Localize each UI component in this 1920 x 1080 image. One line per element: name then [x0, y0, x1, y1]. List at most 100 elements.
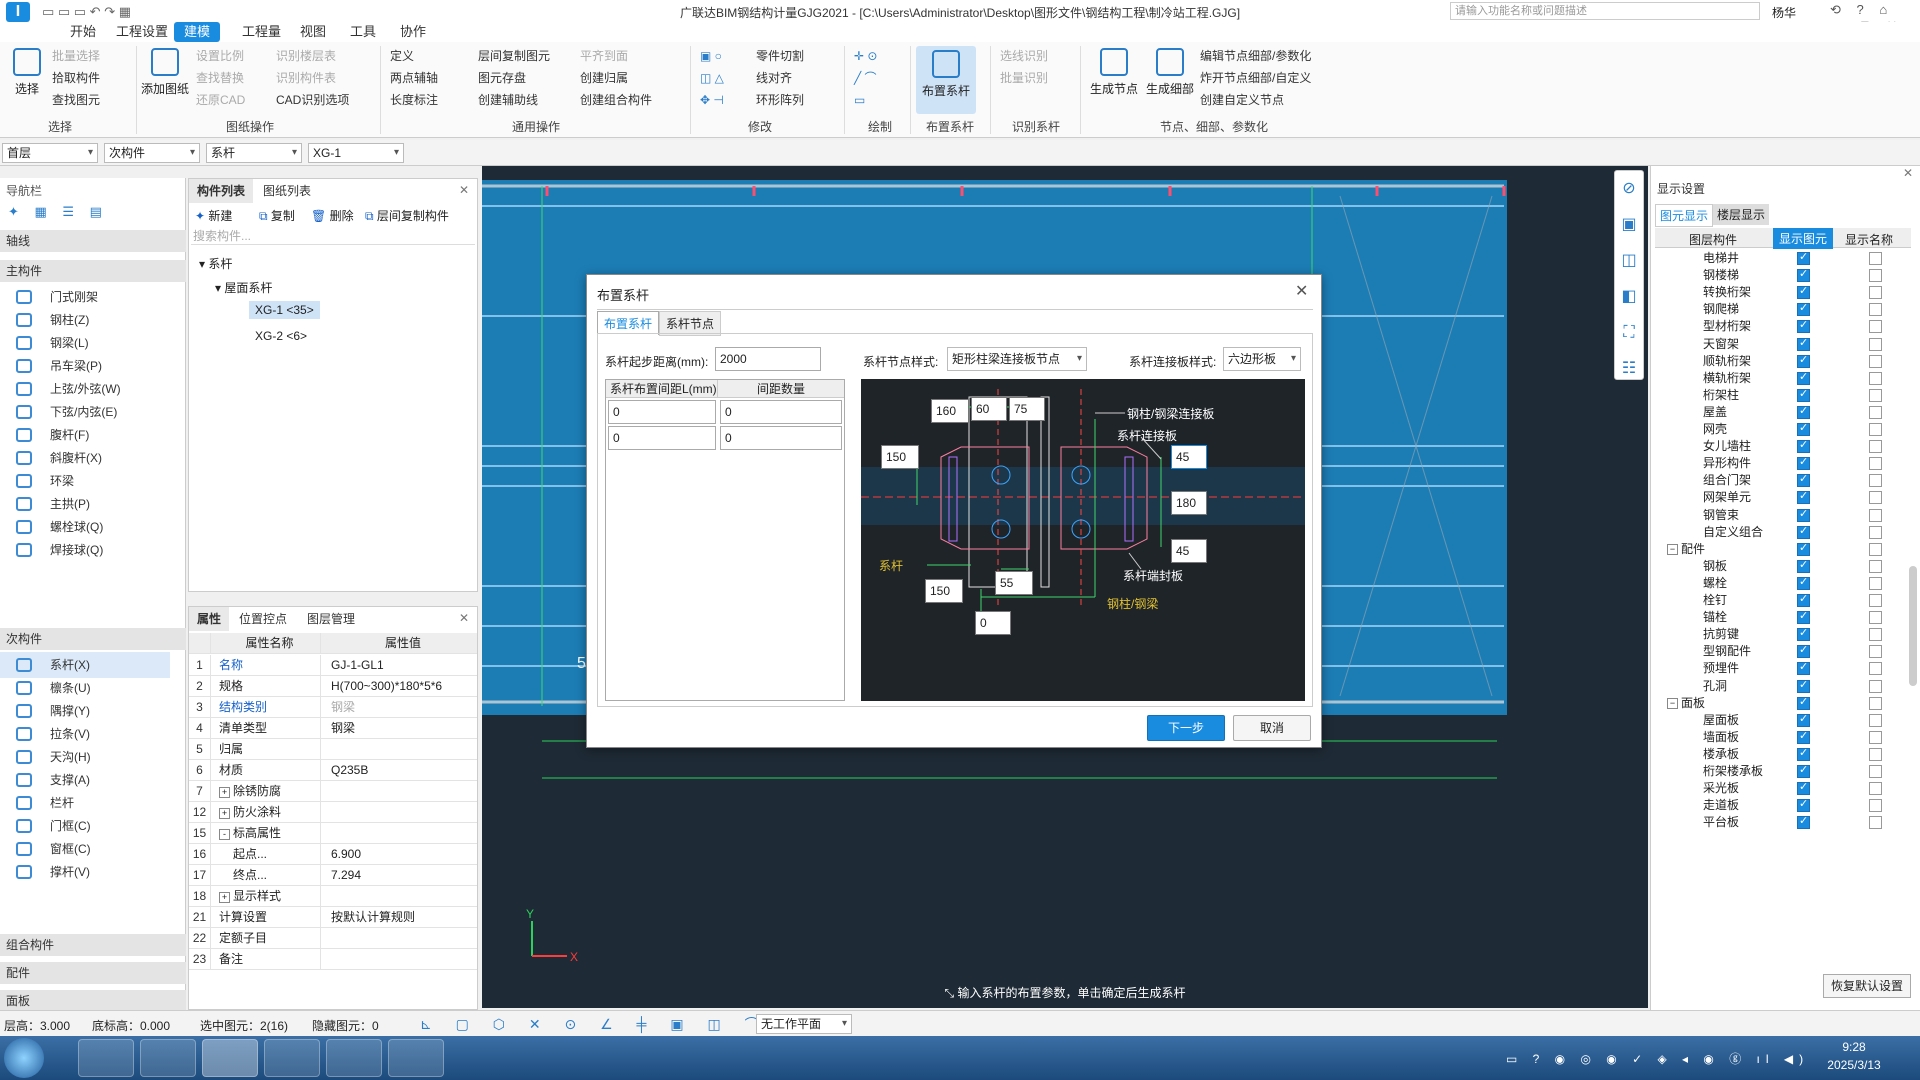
- pick-component-button[interactable]: 拾取构件: [52, 70, 100, 86]
- show-element-checkbox[interactable]: [1797, 386, 1810, 403]
- show-element-checkbox[interactable]: [1797, 352, 1810, 369]
- taskbar-help[interactable]: [388, 1039, 444, 1077]
- show-element-checkbox[interactable]: [1797, 574, 1810, 591]
- show-element-checkbox[interactable]: [1797, 694, 1810, 711]
- tab-tools[interactable]: 工具: [340, 22, 386, 42]
- show-element-checkbox[interactable]: [1797, 335, 1810, 352]
- copy-button[interactable]: ⧉ 复制: [259, 207, 295, 224]
- next-button[interactable]: 下一步: [1147, 715, 1225, 741]
- show-element-checkbox[interactable]: [1797, 591, 1810, 608]
- property-value[interactable]: GJ-1-GL1: [325, 655, 475, 675]
- show-element-checkbox[interactable]: [1797, 540, 1810, 557]
- dim-45b[interactable]: 45: [1171, 539, 1207, 563]
- tab-modeling[interactable]: 建模: [174, 22, 221, 42]
- find-element-button[interactable]: 查找图元: [52, 92, 100, 108]
- rect-draw-icon[interactable]: ▭: [854, 92, 865, 108]
- show-name-checkbox[interactable]: [1869, 628, 1882, 642]
- gen-node-button[interactable]: 生成节点: [1088, 48, 1140, 97]
- show-element-checkbox[interactable]: [1797, 317, 1810, 334]
- dialog-tab-layout[interactable]: 布置系杆: [597, 311, 660, 335]
- show-name-checkbox[interactable]: [1869, 474, 1882, 488]
- line-draw-icons[interactable]: ╱ ⌒: [854, 70, 877, 86]
- tab-quantity[interactable]: 工程量: [232, 22, 291, 42]
- explode-node-button[interactable]: 炸开节点细部/自定义: [1200, 70, 1311, 86]
- show-name-checkbox[interactable]: [1869, 423, 1882, 436]
- display-scrollbar[interactable]: [1909, 566, 1917, 686]
- show-element-checkbox[interactable]: [1797, 437, 1810, 454]
- property-row[interactable]: 18 + 显示样式: [189, 886, 477, 907]
- tab-floor-display[interactable]: 楼层显示: [1713, 204, 1770, 225]
- restore-default-button[interactable]: 恢复默认设置: [1823, 974, 1911, 998]
- tab-project-settings[interactable]: 工程设置: [106, 22, 178, 42]
- dim-60[interactable]: 60: [971, 397, 1007, 421]
- show-element-checkbox[interactable]: [1797, 779, 1810, 796]
- show-element-checkbox[interactable]: [1797, 454, 1810, 471]
- tree-root[interactable]: ▾ 系杆: [199, 255, 232, 272]
- batch-select-button[interactable]: 批量选择: [52, 48, 100, 64]
- property-value[interactable]: 6.900: [325, 844, 475, 864]
- find-replace-button[interactable]: 查找替换: [196, 70, 244, 86]
- gen-detail-button[interactable]: 生成细部: [1144, 48, 1196, 97]
- create-aux-button[interactable]: 创建辅助线: [478, 92, 538, 108]
- show-element-checkbox[interactable]: [1797, 420, 1810, 437]
- layout-tie-button[interactable]: 布置系杆: [916, 46, 976, 114]
- property-row[interactable]: 3 结构类别 钢梁: [189, 697, 477, 718]
- taskbar-app-1[interactable]: [78, 1039, 134, 1077]
- show-element-checkbox[interactable]: [1797, 625, 1810, 642]
- view-toolbar[interactable]: ⊘ ▣ ◫ ◧ ⛶ ☷: [1614, 170, 1644, 380]
- collapse-icon[interactable]: −: [1667, 543, 1678, 555]
- component-search-input[interactable]: 搜索构件...: [191, 227, 475, 245]
- tab-position[interactable]: 位置控点: [231, 607, 295, 631]
- show-element-checkbox[interactable]: [1797, 249, 1810, 266]
- property-row[interactable]: 6 材质 Q235B: [189, 760, 477, 781]
- property-value[interactable]: H(700~300)*180*5*6: [325, 676, 475, 696]
- show-element-checkbox[interactable]: [1797, 471, 1810, 488]
- show-name-checkbox[interactable]: [1869, 405, 1882, 419]
- nav-combined[interactable]: 组合构件: [0, 934, 186, 956]
- tab-start[interactable]: 开始: [60, 22, 106, 42]
- show-name-checkbox[interactable]: [1869, 611, 1882, 625]
- show-element-checkbox[interactable]: [1797, 403, 1810, 420]
- snap-toolbar[interactable]: ⊾ ▢ ⬡ ✕ ⊙ ∠ ╪ ▣ ◫ ⌒: [420, 1014, 769, 1034]
- expand-icon[interactable]: +: [219, 787, 230, 798]
- show-name-checkbox[interactable]: [1869, 799, 1882, 813]
- start-button[interactable]: [4, 1038, 44, 1078]
- property-row[interactable]: 22 定额子目: [189, 928, 477, 949]
- tab-drawing-list[interactable]: 图纸列表: [255, 179, 319, 203]
- copy-floor-button[interactable]: 层间复制图元: [478, 48, 550, 64]
- create-group-button[interactable]: 创建归属: [580, 70, 628, 86]
- dim-150a[interactable]: 150: [881, 445, 919, 469]
- close-icon[interactable]: ✕: [459, 183, 469, 197]
- show-name-checkbox[interactable]: [1869, 747, 1882, 761]
- show-element-checkbox[interactable]: [1797, 677, 1810, 694]
- dim-45a[interactable]: 45: [1171, 445, 1207, 469]
- show-element-checkbox[interactable]: [1797, 796, 1810, 813]
- show-name-checkbox[interactable]: [1869, 252, 1882, 265]
- expand-icon[interactable]: +: [219, 892, 230, 903]
- show-element-checkbox[interactable]: [1797, 266, 1810, 283]
- expand-icon[interactable]: -: [219, 829, 230, 840]
- show-name-checkbox[interactable]: [1869, 696, 1882, 710]
- nav-toolbar-icons[interactable]: ✦ ▦ ☰ ▤: [8, 204, 108, 220]
- taskbar-gjg[interactable]: [202, 1039, 258, 1077]
- property-value[interactable]: 钢梁: [325, 697, 475, 717]
- tray-icons[interactable]: ▭ ? ◉ ◎ ◉ ✓ ◈ ◂ ◉ ⓖ ıl ◀): [1506, 1050, 1809, 1067]
- ring-array-button[interactable]: 环形阵列: [756, 92, 804, 108]
- dim-75[interactable]: 75: [1009, 397, 1045, 421]
- create-custom-node-button[interactable]: 创建自定义节点: [1200, 92, 1284, 108]
- copy-mirror-icons[interactable]: ◫ △: [700, 70, 724, 86]
- show-name-checkbox[interactable]: [1869, 576, 1882, 590]
- show-element-checkbox[interactable]: [1797, 369, 1810, 386]
- dim-180[interactable]: 180: [1171, 491, 1207, 515]
- tab-view[interactable]: 视图: [290, 22, 336, 42]
- property-row[interactable]: 17 终点... 7.294: [189, 865, 477, 886]
- move-offset-icons[interactable]: ✥ ⊣: [700, 92, 724, 108]
- dim-160[interactable]: 160: [931, 399, 969, 423]
- floor-select[interactable]: 首层: [2, 143, 98, 163]
- nav-axis[interactable]: 轴线: [0, 230, 186, 252]
- property-value[interactable]: Q235B: [325, 760, 475, 780]
- property-row[interactable]: 21 计算设置 按默认计算规则: [189, 907, 477, 928]
- show-name-checkbox[interactable]: [1869, 320, 1882, 334]
- node-style-select[interactable]: 矩形柱梁连接板节点: [947, 347, 1087, 371]
- show-name-checkbox[interactable]: [1869, 816, 1882, 830]
